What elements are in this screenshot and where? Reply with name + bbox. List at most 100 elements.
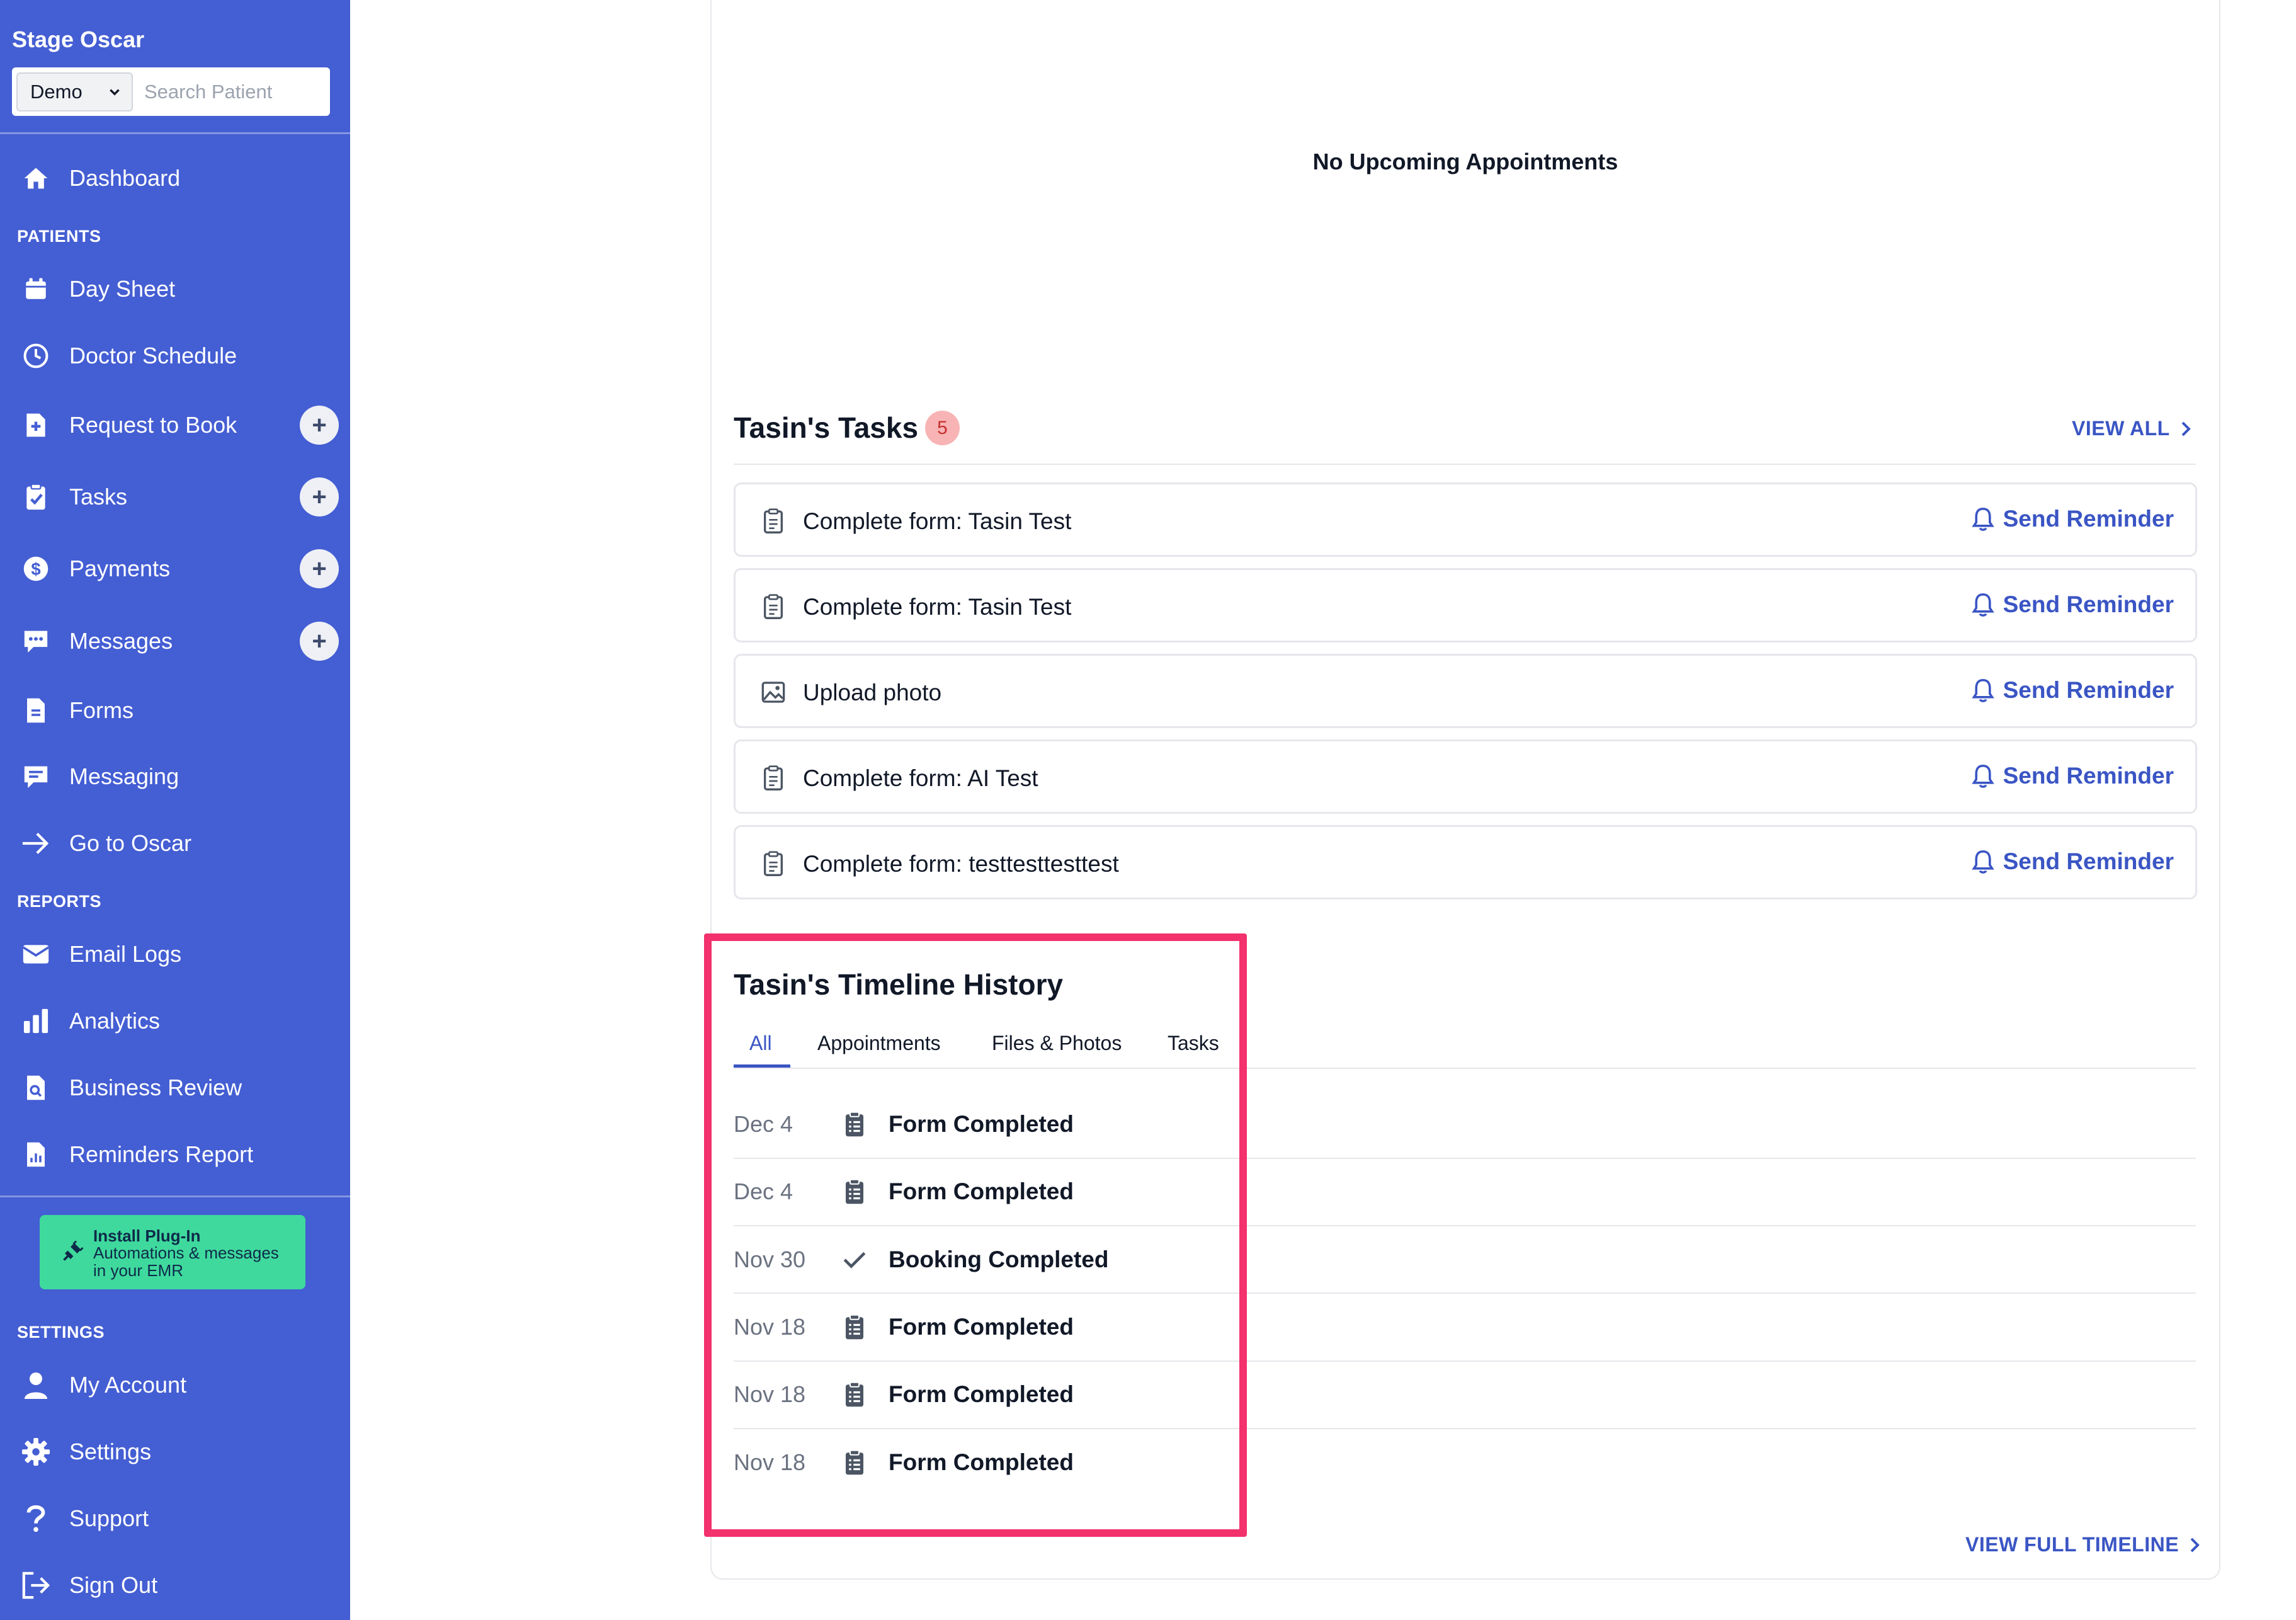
tab-all[interactable]: All <box>749 1032 772 1055</box>
sidebar-item-sign-out[interactable]: Sign Out <box>0 1560 350 1611</box>
task-row[interactable]: Complete form: AI Test Send Reminder <box>734 739 2197 814</box>
tasks-divider <box>734 464 2196 465</box>
timeline-row[interactable]: Dec 4 Form Completed <box>734 1158 2197 1225</box>
timeline-row[interactable]: Dec 4 Form Completed <box>734 1091 2197 1158</box>
chevron-right-icon <box>2190 1537 2200 1552</box>
section-settings: SETTINGS <box>17 1323 105 1342</box>
section-patients: PATIENTS <box>17 227 101 246</box>
timeline-date: Dec 4 <box>734 1178 793 1204</box>
sidebar-item-label: Messages <box>69 628 173 654</box>
clock-icon <box>21 341 50 370</box>
view-full-timeline-link[interactable]: VIEW FULL TIMELINE <box>1965 1533 2200 1556</box>
add-request-button[interactable]: + <box>300 406 339 445</box>
plug-icon <box>63 1240 84 1261</box>
brand-name: Stage Oscar <box>12 26 145 52</box>
task-row[interactable]: Complete form: Tasin Test Send Reminder <box>734 568 2197 642</box>
tasks-title: Tasin's Tasks <box>734 411 919 444</box>
install-plugin-button[interactable]: Install Plug-In Automations & messages i… <box>40 1215 305 1289</box>
sidebar-item-email-logs[interactable]: Email Logs <box>0 929 350 979</box>
sidebar-item-request-to-book[interactable]: Request to Book + <box>0 400 350 450</box>
view-all-label: VIEW ALL <box>2072 417 2170 440</box>
tab-appointments[interactable]: Appointments <box>817 1032 941 1055</box>
bell-icon <box>1971 678 1994 702</box>
sign-out-icon <box>21 1571 50 1600</box>
send-reminder-label: Send Reminder <box>2003 763 2174 789</box>
view-all-tasks-link[interactable]: VIEW ALL <box>2072 417 2191 440</box>
chevron-down-icon <box>110 89 120 96</box>
timeline-row[interactable]: Nov 18 Form Completed <box>734 1294 2197 1360</box>
sidebar-item-analytics[interactable]: Analytics <box>0 996 350 1046</box>
bell-icon <box>1971 850 1994 874</box>
add-task-button[interactable]: + <box>300 477 339 516</box>
sidebar-item-my-account[interactable]: My Account <box>0 1360 350 1410</box>
task-label: Complete form: Tasin Test <box>803 594 1072 620</box>
sidebar-item-doctor-schedule[interactable]: Doctor Schedule <box>0 331 350 381</box>
sidebar-item-label: Request to Book <box>69 412 237 438</box>
timeline-date: Nov 18 <box>734 1314 806 1340</box>
send-reminder-label: Send Reminder <box>2003 506 2174 532</box>
sidebar-item-label: Support <box>69 1505 149 1531</box>
timeline-date: Nov 18 <box>734 1449 806 1475</box>
sidebar: Stage Oscar Demo Search Patient Dashboar… <box>0 0 350 1620</box>
send-reminder-button[interactable]: Send Reminder <box>1971 677 2174 704</box>
timeline-row[interactable]: Nov 18 Form Completed <box>734 1429 2197 1496</box>
timeline-event: Form Completed <box>889 1314 1074 1340</box>
sidebar-item-label: Reminders Report <box>69 1141 254 1167</box>
tab-files-photos[interactable]: Files & Photos <box>992 1032 1122 1055</box>
sidebar-item-payments[interactable]: $ Payments + <box>0 544 350 594</box>
sidebar-item-support[interactable]: Support <box>0 1493 350 1544</box>
user-icon <box>21 1371 50 1400</box>
sidebar-item-label: Tasks <box>69 484 128 510</box>
send-reminder-button[interactable]: Send Reminder <box>1971 506 2174 532</box>
sidebar-item-settings[interactable]: Settings <box>0 1427 350 1477</box>
task-row[interactable]: Complete form: Tasin Test Send Reminder <box>734 482 2197 557</box>
tasks-count-badge: 5 <box>925 411 960 445</box>
sidebar-item-label: Email Logs <box>69 941 182 967</box>
tab-tasks[interactable]: Tasks <box>1168 1032 1219 1055</box>
timeline-event: Form Completed <box>889 1381 1074 1407</box>
sidebar-divider <box>0 132 350 134</box>
sidebar-item-dashboard[interactable]: Dashboard <box>0 153 350 203</box>
task-label: Complete form: AI Test <box>803 765 1038 791</box>
task-label: Complete form: testtesttesttest <box>803 851 1119 877</box>
sidebar-item-messages[interactable]: Messages + <box>0 616 350 666</box>
clinic-select[interactable]: Demo <box>16 72 133 111</box>
clipboard-icon <box>764 851 783 876</box>
sidebar-item-label: Dashboard <box>69 165 181 191</box>
clipboard-list-icon <box>846 1381 863 1407</box>
timeline-title: Tasin's Timeline History <box>734 968 1064 1001</box>
timeline-row[interactable]: Nov 30 Booking Completed <box>734 1226 2197 1293</box>
send-reminder-button[interactable]: Send Reminder <box>1971 763 2174 789</box>
sidebar-item-label: Payments <box>69 556 171 581</box>
send-reminder-label: Send Reminder <box>2003 677 2174 703</box>
send-reminder-button[interactable]: Send Reminder <box>1971 591 2174 618</box>
send-reminder-button[interactable]: Send Reminder <box>1971 848 2174 875</box>
timeline-row[interactable]: Nov 18 Form Completed <box>734 1361 2197 1428</box>
clipboard-icon <box>764 508 783 533</box>
task-row[interactable]: Complete form: testtesttesttest Send Rem… <box>734 825 2197 899</box>
sidebar-item-business-review[interactable]: Business Review <box>0 1063 350 1113</box>
sidebar-item-label: My Account <box>69 1372 187 1398</box>
clinic-select-value: Demo <box>30 80 82 103</box>
timeline-date: Dec 4 <box>734 1111 793 1137</box>
sidebar-item-go-to-oscar[interactable]: Go to Oscar <box>0 818 350 869</box>
no-appointments-text: No Upcoming Appointments <box>1312 149 1618 174</box>
add-payment-button[interactable]: + <box>300 549 339 588</box>
chat-icon <box>21 627 50 656</box>
sidebar-item-reminders-report[interactable]: Reminders Report <box>0 1129 350 1180</box>
sidebar-item-label: Day Sheet <box>69 276 176 302</box>
document-plus-icon <box>21 411 50 440</box>
svg-text:$: $ <box>31 559 40 579</box>
task-row[interactable]: Upload photo Send Reminder <box>734 654 2197 728</box>
sidebar-item-day-sheet[interactable]: Day Sheet <box>0 264 350 314</box>
add-message-button[interactable]: + <box>300 622 339 661</box>
sidebar-item-messaging[interactable]: Messaging <box>0 751 350 802</box>
sidebar-item-forms[interactable]: Forms <box>0 685 350 736</box>
send-reminder-label: Send Reminder <box>2003 591 2174 617</box>
plugin-subtitle: Automations & messages in your EMR <box>93 1243 279 1280</box>
sidebar-item-tasks[interactable]: Tasks + <box>0 472 350 522</box>
timeline-event: Form Completed <box>889 1178 1074 1204</box>
message-icon <box>21 762 50 791</box>
image-icon <box>761 682 785 703</box>
search-patient-input[interactable]: Search Patient <box>144 81 272 103</box>
